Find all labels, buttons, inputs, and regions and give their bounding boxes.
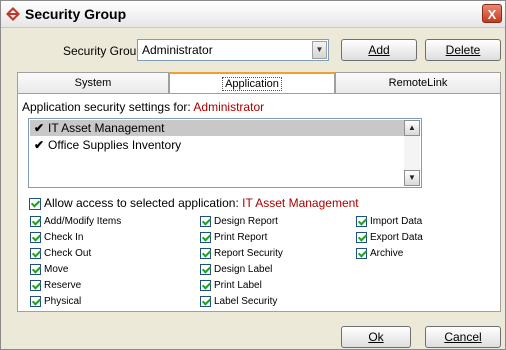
- title-bar[interactable]: Security Group X: [1, 1, 505, 28]
- permission-label: Check Out: [44, 248, 92, 259]
- permission-label: Print Report: [214, 232, 268, 243]
- permission-label: Archive: [370, 248, 404, 259]
- permission-checkbox[interactable]: [200, 264, 211, 275]
- security-group-window: Security Group X Security Group Administ…: [0, 0, 506, 350]
- permission-checkbox[interactable]: [200, 216, 211, 227]
- permission-checkbox[interactable]: [200, 280, 211, 291]
- checkmark-icon: ✔: [33, 121, 45, 135]
- app-icon: [6, 7, 20, 21]
- permission-label: Move: [44, 264, 69, 275]
- scroll-up-icon[interactable]: ▲: [404, 120, 420, 136]
- permission-checkbox[interactable]: [30, 232, 41, 243]
- tab-remotelink-label: RemoteLink: [388, 77, 448, 89]
- allow-app-value: IT Asset Management: [242, 196, 359, 210]
- application-name: IT Asset Management: [48, 121, 165, 135]
- delete-button[interactable]: Delete: [425, 39, 501, 61]
- add-button-label: Add: [368, 43, 390, 57]
- security-group-value: Administrator: [142, 43, 213, 57]
- permission-label: Import Data: [370, 216, 423, 227]
- list-item[interactable]: ✔ IT Asset Management: [30, 120, 406, 136]
- permission-checkbox[interactable]: [30, 296, 41, 307]
- security-group-select[interactable]: Administrator ▼: [137, 39, 329, 61]
- cancel-button-label: Cancel: [444, 330, 482, 344]
- permission-checkbox[interactable]: [30, 264, 41, 275]
- tab-application[interactable]: Application: [169, 72, 335, 94]
- tab-application-label: Application: [222, 77, 282, 91]
- permission-label: Print Label: [214, 280, 262, 291]
- settings-prefix: Application security settings for:: [22, 100, 191, 114]
- vertical-scrollbar[interactable]: ▲ ▼: [404, 120, 420, 186]
- allow-access-label: Allow access to selected application: IT…: [44, 196, 359, 210]
- allow-prefix: Allow access to selected application:: [44, 196, 239, 210]
- chevron-down-icon[interactable]: ▼: [312, 41, 327, 59]
- application-panel: Application security settings for: Admin…: [17, 93, 501, 312]
- permission-label: Export Data: [370, 232, 423, 243]
- application-list[interactable]: ✔ IT Asset Management ✔ Office Supplies In…: [28, 118, 422, 188]
- permission-label: Report Security: [214, 248, 283, 259]
- permission-label: Label Security: [214, 296, 278, 307]
- scroll-down-icon[interactable]: ▼: [404, 170, 420, 186]
- cancel-button[interactable]: Cancel: [425, 326, 501, 348]
- permission-label: Add/Modify Items: [44, 216, 122, 227]
- permission-label: Physical: [44, 296, 82, 307]
- tab-system[interactable]: System: [17, 72, 169, 94]
- tab-system-label: System: [74, 77, 112, 89]
- delete-button-label: Delete: [445, 43, 481, 57]
- permission-checkbox[interactable]: [200, 248, 211, 259]
- permission-checkbox[interactable]: [200, 232, 211, 243]
- tab-remotelink[interactable]: RemoteLink: [335, 72, 501, 94]
- close-button[interactable]: X: [482, 4, 502, 23]
- permission-checkbox[interactable]: [30, 248, 41, 259]
- window-title: Security Group: [25, 6, 127, 22]
- application-name: Office Supplies Inventory: [48, 138, 182, 152]
- list-item[interactable]: ✔ Office Supplies Inventory: [30, 137, 406, 153]
- checkmark-icon: ✔: [33, 138, 45, 152]
- permission-checkbox[interactable]: [356, 248, 367, 259]
- permission-label: Reserve: [44, 280, 82, 291]
- permission-label: Design Report: [214, 216, 278, 227]
- settings-for-value: Administrator: [193, 100, 265, 114]
- allow-access-checkbox[interactable]: [29, 198, 41, 210]
- permission-checkbox[interactable]: [30, 280, 41, 291]
- add-button[interactable]: Add: [341, 39, 417, 61]
- ok-button-label: Ok: [368, 330, 384, 344]
- permission-checkbox[interactable]: [356, 232, 367, 243]
- permission-checkbox[interactable]: [200, 296, 211, 307]
- permission-label: Design Label: [214, 264, 273, 275]
- permission-label: Check In: [44, 232, 84, 243]
- security-group-label: Security Group: [63, 44, 144, 58]
- tab-bar: System Application RemoteLink: [17, 72, 501, 94]
- permission-checkbox[interactable]: [30, 216, 41, 227]
- permission-checkbox[interactable]: [356, 216, 367, 227]
- settings-for-label: Application security settings for: Admin…: [22, 100, 264, 114]
- ok-button[interactable]: Ok: [341, 326, 411, 348]
- close-icon: X: [487, 7, 497, 22]
